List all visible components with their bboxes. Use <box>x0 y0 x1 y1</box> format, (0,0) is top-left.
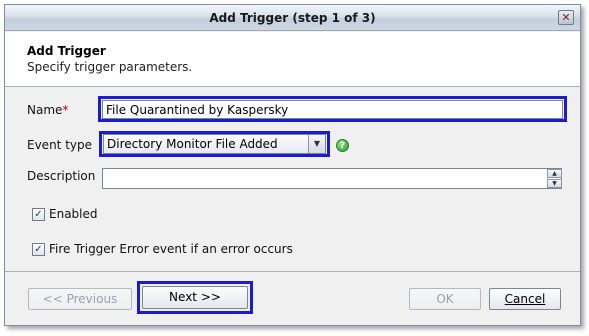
footer-separator <box>5 271 580 272</box>
cancel-button[interactable]: Cancel <box>489 288 561 310</box>
event-type-value: Directory Monitor File Added <box>107 137 278 151</box>
name-field[interactable] <box>102 100 563 119</box>
help-icon[interactable]: ? <box>336 139 349 152</box>
fire-error-checkbox[interactable]: ✓ <box>32 243 45 256</box>
title-bar[interactable]: Add Trigger (step 1 of 3) ✕ <box>5 5 580 31</box>
cancel-label: Cancel <box>504 292 546 306</box>
next-label: Next >> <box>169 290 221 304</box>
previous-button[interactable]: << Previous <box>28 288 132 310</box>
ok-button[interactable]: OK <box>409 288 481 310</box>
scroll-down-icon[interactable]: ▼ <box>547 179 562 188</box>
required-marker: * <box>62 103 69 117</box>
enabled-checkbox[interactable]: ✓ <box>32 208 45 221</box>
close-icon[interactable]: ✕ <box>558 10 574 25</box>
name-label-text: Name <box>27 103 63 117</box>
header-title: Add Trigger <box>27 44 106 58</box>
description-scroll[interactable]: ▲ ▼ <box>547 169 562 188</box>
description-label: Description <box>27 169 96 183</box>
next-button[interactable]: Next >> <box>142 286 248 309</box>
name-label: Name* <box>27 103 68 117</box>
header-panel: Add Trigger Specify trigger parameters. <box>5 32 580 87</box>
event-type-select[interactable]: Directory Monitor File Added ▼ <box>103 134 326 154</box>
description-field[interactable] <box>102 168 562 189</box>
chevron-down-icon[interactable]: ▼ <box>308 135 325 153</box>
fire-error-label: Fire Trigger Error event if an error occ… <box>49 242 293 256</box>
enabled-label: Enabled <box>49 207 98 221</box>
scroll-up-icon[interactable]: ▲ <box>547 169 562 178</box>
header-subtitle: Specify trigger parameters. <box>27 60 193 74</box>
add-trigger-dialog: Add Trigger (step 1 of 3) ✕ Add Trigger … <box>4 4 581 326</box>
dialog-title: Add Trigger (step 1 of 3) <box>209 11 376 25</box>
event-type-label: Event type <box>27 138 92 152</box>
